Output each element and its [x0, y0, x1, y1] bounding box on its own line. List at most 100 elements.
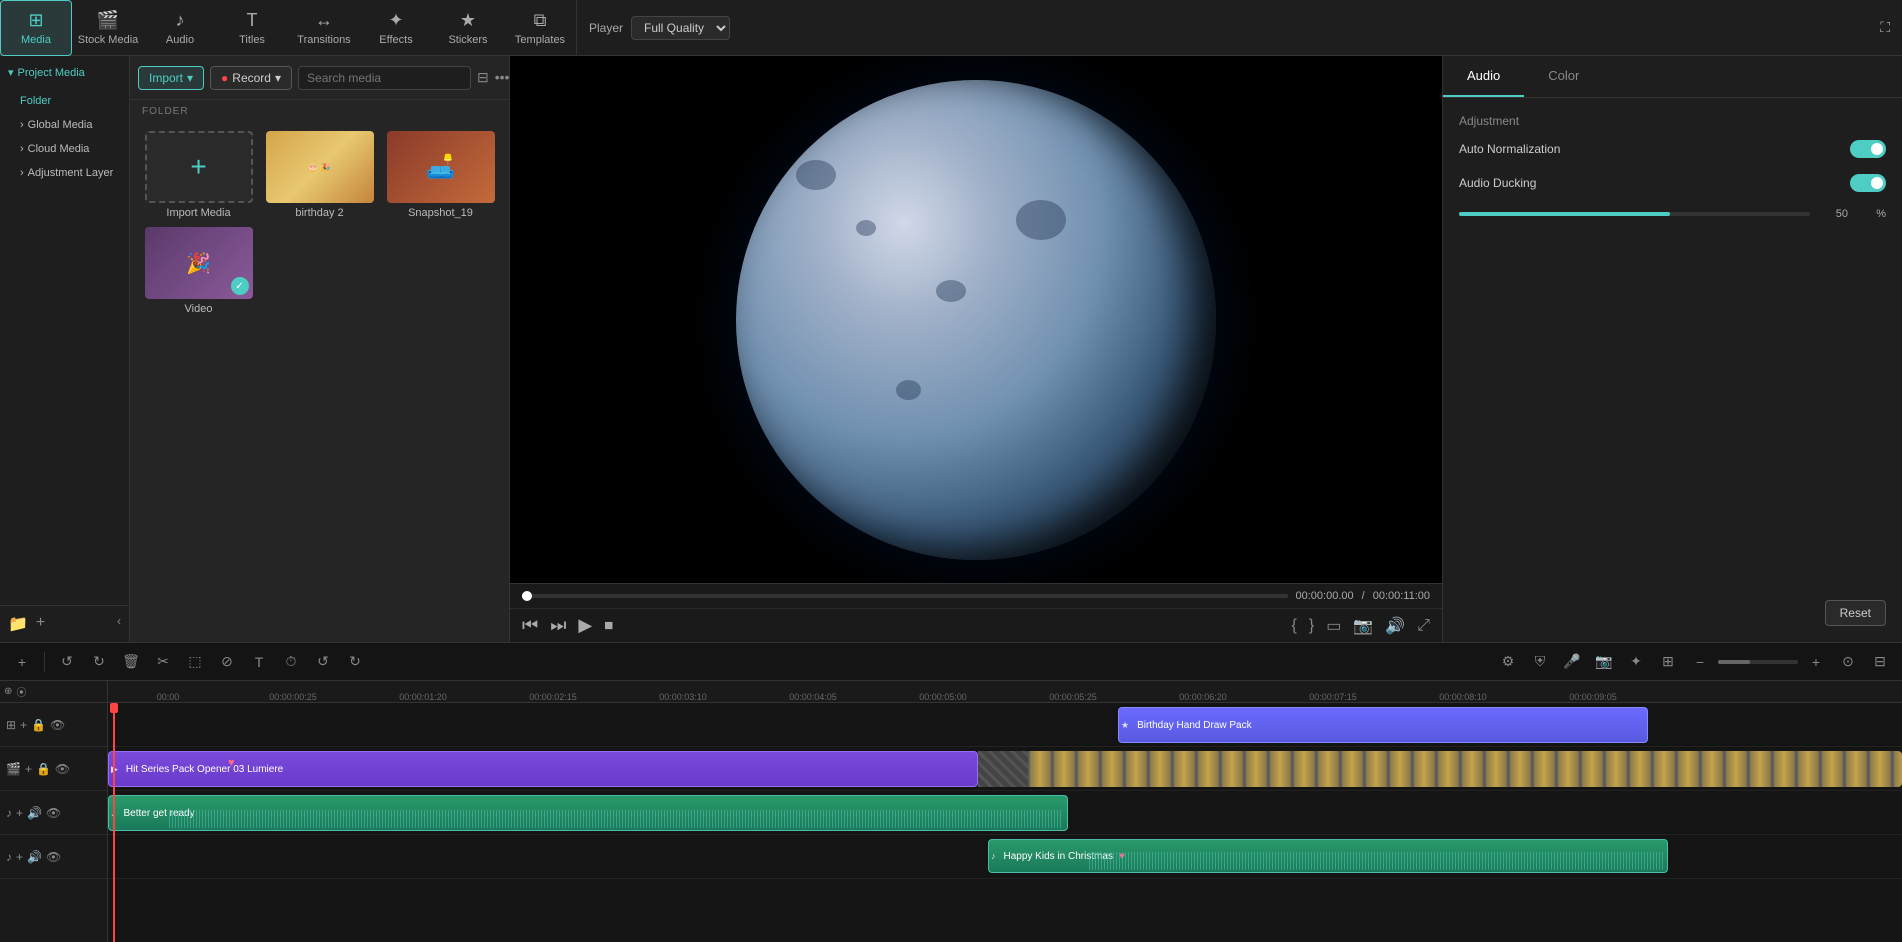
tab-color[interactable]: Color	[1524, 56, 1603, 97]
nav-stock-media[interactable]: 🎬 Stock Media	[72, 0, 144, 56]
fullscreen-icon[interactable]: ⤢	[1417, 617, 1430, 635]
split-icon[interactable]: ⬚	[181, 648, 209, 676]
track3-type-icon: ♪	[6, 806, 12, 820]
new-folder-icon[interactable]: 📁	[8, 614, 28, 634]
track-row-4: ♪ Happy Kids in Christmas ♥	[108, 835, 1902, 879]
track1-type-icon: ⊞	[6, 718, 16, 732]
sort-icon[interactable]: ⊟	[477, 69, 489, 86]
track2-hide-icon[interactable]: 👁	[55, 762, 70, 776]
redo-icon[interactable]: ↻	[85, 648, 113, 676]
track4-volume-icon[interactable]: 🔊	[27, 850, 42, 864]
nav-audio[interactable]: ♪ Audio	[144, 0, 216, 56]
sidebar-item-cloud-media[interactable]: › Cloud Media	[0, 137, 129, 161]
track1-add-icon[interactable]: +	[20, 718, 27, 732]
progress-track[interactable]	[522, 594, 1288, 598]
birthday2-label: birthday 2	[295, 207, 343, 219]
track3-add-icon[interactable]: +	[16, 806, 23, 820]
moon-crater-3	[936, 280, 966, 302]
better-get-clip[interactable]: ♪ Better get ready	[108, 795, 1068, 831]
undo-icon[interactable]: ↺	[53, 648, 81, 676]
sidebar-item-folder[interactable]: Folder	[0, 89, 129, 113]
hit-series-clip[interactable]: ▶ Hit Series Pack Opener 03 Lumiere	[108, 751, 978, 787]
timeline-add-icon[interactable]: +	[8, 648, 36, 676]
mark-out-icon[interactable]: }	[1309, 617, 1314, 635]
nav-stickers[interactable]: ★ Stickers	[432, 0, 504, 56]
slider-fill	[1459, 212, 1670, 216]
more-options-icon[interactable]: •••	[495, 69, 510, 86]
track2-lock-icon[interactable]: 🔒	[36, 762, 51, 776]
timer-icon[interactable]: ⏱	[277, 648, 305, 676]
nav-effects[interactable]: ✦ Effects	[360, 0, 432, 56]
tab-audio[interactable]: Audio	[1443, 56, 1524, 97]
playhead[interactable]	[113, 703, 115, 942]
nav-media[interactable]: ⊞ Media	[0, 0, 72, 56]
plus-zoom-icon[interactable]: +	[1802, 648, 1830, 676]
track-row-3: ♪ Better get ready	[108, 791, 1902, 835]
sidebar-item-adjustment-layer[interactable]: › Adjustment Layer	[0, 161, 129, 185]
expand-player-icon[interactable]: ⛶	[1880, 19, 1890, 36]
mark-in-icon[interactable]: {	[1292, 617, 1297, 635]
delete-icon[interactable]: 🗑	[117, 648, 145, 676]
nav-templates[interactable]: ⧉ Templates	[504, 0, 576, 56]
track1-lock-icon[interactable]: 🔒	[31, 718, 46, 732]
stop-icon[interactable]: ⏹	[604, 615, 613, 636]
collapse-sidebar-icon[interactable]: ‹	[117, 614, 121, 634]
text-icon[interactable]: T	[245, 648, 273, 676]
media-item-birthday2[interactable]: 🎂 🎉 birthday 2	[263, 131, 376, 219]
play-icon[interactable]: ▶	[578, 615, 592, 636]
shield-icon[interactable]: ⛨	[1526, 648, 1554, 676]
track4-hide-icon[interactable]: 👁	[46, 850, 61, 864]
reset-button[interactable]: Reset	[1825, 600, 1886, 626]
zoom-slider[interactable]	[1718, 648, 1798, 676]
crop-icon[interactable]: ⊘	[213, 648, 241, 676]
columns-icon[interactable]: ⊟	[1866, 648, 1894, 676]
cut-icon[interactable]: ✂	[149, 648, 177, 676]
media-item-snapshot19[interactable]: 🛋️ Snapshot_19	[384, 131, 497, 219]
audio-icon[interactable]: 🔊	[1385, 616, 1405, 636]
track2-type-icon: 🎬	[6, 762, 21, 776]
media-item-video[interactable]: 🎉 ✓ Video	[142, 227, 255, 315]
nav-transitions[interactable]: ↔ Transitions	[288, 0, 360, 56]
grid-icon[interactable]: ⊞	[1654, 648, 1682, 676]
plus-icon: +	[190, 151, 206, 183]
import-button[interactable]: Import ▾	[138, 66, 204, 90]
sidebar-bottom: 📁 + ‹	[0, 605, 129, 642]
camera-icon[interactable]: 📷	[1590, 648, 1618, 676]
nav-titles[interactable]: T Titles	[216, 0, 288, 56]
step-back-icon[interactable]: ⏭	[550, 615, 566, 636]
caption-icon[interactable]: ▭	[1326, 616, 1341, 636]
magnet-icon[interactable]: ⦿	[16, 684, 26, 699]
happy-kids-clip[interactable]: ♪ Happy Kids in Christmas ♥	[988, 839, 1668, 873]
rotate-right-icon[interactable]: ↻	[341, 648, 369, 676]
media-item-import[interactable]: + Import Media	[142, 131, 255, 219]
skip-back-icon[interactable]: ⏮	[522, 615, 538, 636]
track2-add-icon[interactable]: +	[25, 762, 32, 776]
birthday-clip[interactable]: ★ Birthday Hand Draw Pack	[1118, 707, 1648, 743]
minus-zoom-icon[interactable]: −	[1686, 648, 1714, 676]
player-bar: Player Full Quality ⛶	[576, 0, 1902, 56]
ruler-mark-10: 00:00:08:10	[1398, 692, 1528, 702]
record-button[interactable]: ● Record ▾	[210, 66, 292, 90]
quality-select[interactable]: Full Quality	[631, 16, 730, 40]
audio-ducking-toggle[interactable]	[1850, 174, 1886, 192]
wand-icon[interactable]: ✦	[1622, 648, 1650, 676]
fit-icon[interactable]: ⊙	[1834, 648, 1862, 676]
add-track-icon[interactable]: ⊕	[4, 686, 12, 697]
add-icon[interactable]: +	[36, 614, 45, 634]
sidebar-project-media-title[interactable]: ▾ Project Media	[8, 66, 121, 79]
rotate-left-icon[interactable]: ↺	[309, 648, 337, 676]
transitions-icon: ↔	[315, 10, 333, 31]
audio-ducking-slider[interactable]	[1459, 212, 1810, 216]
auto-normalization-toggle[interactable]	[1850, 140, 1886, 158]
video-party-icon: 🎉	[186, 251, 211, 276]
sidebar-item-global-media[interactable]: › Global Media	[0, 113, 129, 137]
track4-add-icon[interactable]: +	[16, 850, 23, 864]
track3-volume-icon[interactable]: 🔊	[27, 806, 42, 820]
mic-icon[interactable]: 🎤	[1558, 648, 1586, 676]
track3-hide-icon[interactable]: 👁	[46, 806, 61, 820]
track1-hide-icon[interactable]: 👁	[50, 718, 65, 732]
snapshot19-thumb: 🛋️	[387, 131, 495, 203]
settings-icon[interactable]: ⚙	[1494, 648, 1522, 676]
screenshot-icon[interactable]: 📷	[1353, 616, 1373, 636]
search-input[interactable]	[298, 66, 471, 90]
